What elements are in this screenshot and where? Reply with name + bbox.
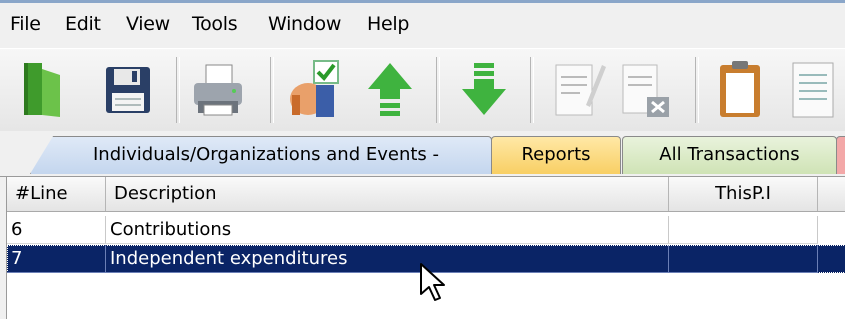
column-header-description[interactable]: Description (106, 177, 669, 211)
cell-description: Contributions (106, 216, 669, 244)
document-list-icon[interactable] (785, 55, 841, 125)
tab-individuals-organizations[interactable]: Individuals/Organizations and Events - (30, 136, 492, 174)
menu-tools[interactable]: Tools (192, 13, 238, 35)
menu-view[interactable]: View (126, 13, 170, 35)
toolbar-separator (530, 57, 534, 123)
approve-thumb-icon[interactable] (286, 55, 342, 125)
cell-line: 7 (7, 245, 106, 273)
toolbar-separator (270, 57, 274, 123)
application-window: File Edit View Tools Window Help Individ… (0, 0, 845, 319)
cell-thisp (669, 245, 818, 273)
menu-file[interactable]: File (10, 13, 41, 35)
grid-header: #Line Description ThisP.I (7, 177, 845, 212)
cell-description: Independent expenditures (106, 245, 669, 273)
tab-overflow[interactable] (836, 136, 845, 174)
menu-edit[interactable]: Edit (65, 13, 101, 35)
download-arrow-icon[interactable] (456, 55, 512, 125)
menu-help[interactable]: Help (367, 13, 409, 35)
toolbar (0, 48, 845, 132)
open-folder-icon[interactable] (14, 55, 70, 125)
cell-thisp (669, 216, 818, 244)
mouse-cursor-icon (420, 263, 445, 301)
edit-document-icon[interactable] (550, 55, 606, 125)
delete-document-icon[interactable] (617, 55, 673, 125)
tab-strip: Individuals/Organizations and Events - R… (0, 131, 845, 177)
column-header-line[interactable]: #Line (7, 177, 106, 211)
upload-arrow-icon[interactable] (362, 55, 418, 125)
column-header-thisp[interactable]: ThisP.I (669, 177, 818, 211)
printer-icon[interactable] (190, 55, 246, 125)
toolbar-separator (436, 57, 440, 123)
tab-all-transactions[interactable]: All Transactions (622, 136, 837, 174)
clipboard-icon[interactable] (712, 55, 768, 125)
menu-bar: File Edit View Tools Window Help (0, 0, 845, 48)
tab-reports[interactable]: Reports (491, 136, 621, 174)
save-disk-icon[interactable] (100, 55, 156, 125)
table-row[interactable]: 6 Contributions (7, 216, 845, 244)
menu-window[interactable]: Window (268, 13, 341, 35)
toolbar-separator (176, 57, 180, 123)
cell-line: 6 (7, 216, 106, 244)
toolbar-separator (695, 57, 699, 123)
